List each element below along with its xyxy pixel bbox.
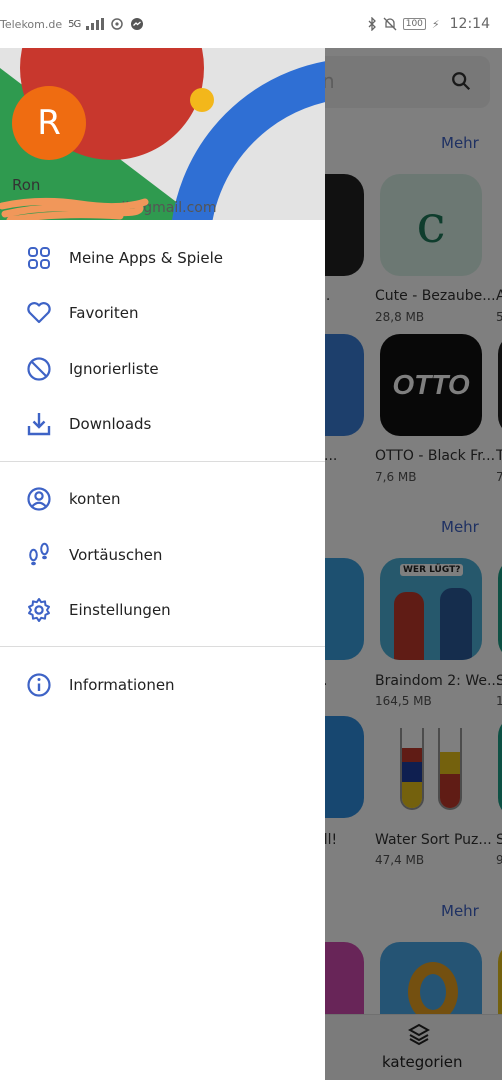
account-icon	[26, 486, 52, 512]
block-icon	[26, 356, 52, 382]
divider	[0, 646, 325, 647]
messenger-icon	[131, 18, 144, 30]
menu-item-information[interactable]: Informationen	[0, 660, 325, 710]
battery-level: 100	[402, 18, 426, 30]
menu-item-label: Meine Apps & Spiele	[69, 249, 224, 267]
menu-item-spoof[interactable]: Vortäuschen	[0, 530, 325, 580]
carrier-label: Telekom.de	[0, 17, 63, 31]
menu-item-favorites[interactable]: Favoriten	[0, 288, 325, 338]
menu-item-settings[interactable]: Einstellungen	[0, 585, 325, 635]
navigation-drawer: R Ron nail@gmail.com Meine Apps & Spiele…	[0, 48, 325, 1080]
charging-icon: ⚡	[431, 17, 440, 31]
redaction-scribble	[0, 197, 149, 220]
grid-icon	[26, 245, 52, 271]
menu-item-accounts[interactable]: konten	[0, 474, 325, 524]
divider	[0, 461, 325, 462]
gear-icon	[26, 597, 52, 623]
menu-item-label: Favoriten	[69, 304, 139, 322]
network-label: 5G	[68, 18, 81, 30]
menu-item-ignore-list[interactable]: Ignorierliste	[0, 344, 325, 394]
bell-muted-icon	[383, 17, 397, 31]
clock: 12:14	[449, 16, 490, 32]
avatar[interactable]: R	[12, 86, 86, 160]
menu-item-label: konten	[69, 490, 121, 508]
menu-item-label: Informationen	[69, 676, 175, 694]
menu-item-downloads[interactable]: Downloads	[0, 399, 325, 449]
download-icon	[26, 411, 52, 437]
heart-icon	[26, 300, 52, 326]
screen: Telekom.de 5G 100 ⚡ 12:14 n Mehr Mehr Me…	[0, 0, 502, 1080]
menu-item-my-apps[interactable]: Meine Apps & Spiele	[0, 233, 325, 283]
menu-item-label: Downloads	[69, 415, 152, 433]
bluetooth-icon	[368, 17, 376, 31]
menu-item-label: Einstellungen	[69, 601, 171, 619]
drawer-header: R Ron nail@gmail.com	[0, 48, 325, 220]
info-icon	[26, 672, 52, 698]
menu-item-label: Vortäuschen	[69, 546, 163, 564]
footsteps-icon	[26, 542, 52, 568]
user-name: Ron	[12, 176, 41, 194]
menu-item-label: Ignorierliste	[69, 360, 159, 378]
hotspot-icon	[111, 18, 123, 30]
signal-icon	[86, 18, 105, 30]
status-bar: Telekom.de 5G 100 ⚡ 12:14	[0, 0, 502, 48]
